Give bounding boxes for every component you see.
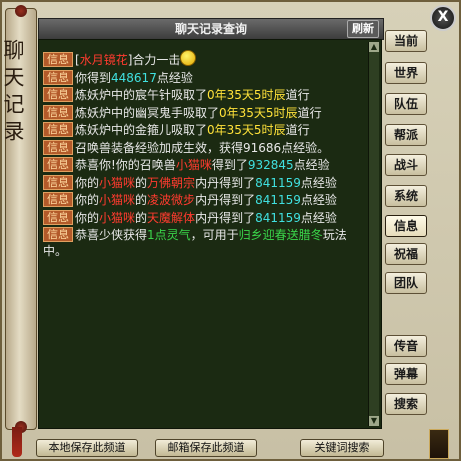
side-title-text: 聊天记录 bbox=[1, 39, 25, 147]
message-text: 0年35天5时辰 bbox=[207, 88, 286, 102]
message-item: 信息 你的小猫咪的凌波微步内丹得到了841159点经验 bbox=[43, 192, 369, 209]
tab-2[interactable]: 队伍 bbox=[385, 93, 427, 115]
message-text: 小猫咪 bbox=[99, 210, 136, 225]
refresh-button[interactable]: 刷新 bbox=[347, 20, 379, 38]
message-item: 信息 [水月镜花]合力一击 bbox=[43, 50, 369, 69]
message-item: 信息 炼妖炉中的宸午针吸取了0年35天5时辰道行 bbox=[43, 87, 369, 104]
message-text: 道行 bbox=[285, 123, 310, 137]
message-text: 932845 bbox=[247, 158, 294, 172]
tab-4[interactable]: 战斗 bbox=[385, 154, 427, 176]
message-text: ]合力一击 bbox=[127, 53, 181, 67]
tab-7[interactable]: 祝福 bbox=[385, 243, 427, 265]
message-item: 信息 你的小猫咪的万佛朝宗内丹得到了841159点经验 bbox=[43, 174, 369, 192]
tab-6[interactable]: 信息 bbox=[385, 215, 427, 237]
message-item: 信息 炼妖炉中的金箍儿吸取了0年35天5时辰道行 bbox=[43, 122, 369, 139]
message-text: 0年35天5时辰 bbox=[219, 105, 298, 120]
tab-9[interactable]: 传音 bbox=[385, 335, 427, 357]
close-button[interactable]: X bbox=[430, 5, 456, 31]
smile-icon bbox=[180, 50, 197, 66]
message-item: 信息 恭喜少侠获得1点灵气，可用于归乡迎春送腊冬玩法中。 bbox=[43, 227, 369, 259]
message-list: 信息 [水月镜花]合力一击 信息 你得到448617点经验 信息 炼妖炉中的宸午针吸取了0… bbox=[43, 50, 369, 422]
info-tag: 信息 bbox=[43, 209, 73, 225]
message-text: 内丹得到了 bbox=[195, 210, 256, 225]
tab-10[interactable]: 弹幕 bbox=[385, 363, 427, 385]
message-text: 点经验 bbox=[300, 193, 337, 207]
tab-11[interactable]: 搜索 bbox=[385, 393, 427, 415]
tab-0[interactable]: 当前 bbox=[385, 30, 427, 52]
message-text: 小猫咪 bbox=[175, 158, 212, 172]
message-text: 点经验 bbox=[293, 158, 330, 172]
info-tag: 信息 bbox=[43, 192, 73, 207]
message-text: 841159 bbox=[255, 175, 301, 190]
message-text: 内丹得到了 bbox=[195, 175, 256, 190]
message-text: 得到了 bbox=[211, 158, 248, 172]
message-text: 道行 bbox=[285, 88, 310, 102]
window-title: 聊天记录查询 bbox=[174, 22, 247, 36]
save-mail-button[interactable]: 邮箱保存此频道 bbox=[155, 439, 257, 457]
info-tag: 信息 bbox=[43, 157, 73, 172]
message-text: 水月镜花 bbox=[79, 53, 128, 67]
message-text: 万佛朝宗 bbox=[147, 175, 196, 190]
tab-1[interactable]: 世界 bbox=[385, 62, 427, 84]
message-item: 信息 炼妖炉中的幽冥鬼手吸取了0年35天5时辰道行 bbox=[43, 104, 369, 122]
tassel-decoration bbox=[12, 427, 22, 457]
scroll-down-icon[interactable]: ▼ bbox=[369, 416, 379, 426]
vertical-scrollbar[interactable]: ▲ ▼ bbox=[368, 42, 379, 426]
message-text: 炼妖炉中的幽冥鬼手吸取了 bbox=[75, 105, 220, 120]
side-scroll-title: 聊天记录 bbox=[1, 5, 37, 433]
info-tag: 信息 bbox=[43, 52, 73, 67]
message-text: 恭喜你!你的召唤兽 bbox=[75, 158, 176, 172]
message-item: 信息 你得到448617点经验 bbox=[43, 69, 369, 87]
title-bar: 聊天记录查询 刷新 bbox=[38, 18, 384, 40]
message-text: 0年35天5时辰 bbox=[207, 123, 286, 137]
tab-5[interactable]: 系统 bbox=[385, 185, 427, 207]
tab-8[interactable]: 团队 bbox=[385, 272, 427, 294]
scroll-up-icon[interactable]: ▲ bbox=[369, 42, 379, 52]
info-tag: 信息 bbox=[43, 139, 73, 155]
message-text: 炼妖炉中的宸午针吸取了 bbox=[75, 88, 208, 102]
seal-decoration bbox=[429, 429, 449, 459]
message-text: 归乡迎春送腊冬 bbox=[238, 228, 323, 242]
message-text: 天魔解体 bbox=[147, 210, 196, 225]
scroll-knob-top bbox=[15, 5, 27, 17]
message-text: 你得到 bbox=[75, 70, 112, 85]
message-text: 点经验 bbox=[300, 175, 337, 190]
message-text: 内丹得到了 bbox=[195, 193, 256, 207]
message-text: 点经验 bbox=[300, 210, 337, 225]
info-tag: 信息 bbox=[43, 174, 73, 190]
message-text: 1点灵气 bbox=[147, 228, 191, 242]
chat-history-window: 聊天记录 聊天记录查询 刷新 X 信息 [水月镜花]合力一击 信息 你得到448617… bbox=[0, 0, 461, 461]
chat-log-panel: 信息 [水月镜花]合力一击 信息 你得到448617点经验 信息 炼妖炉中的宸午针吸取了0… bbox=[38, 39, 382, 429]
info-tag: 信息 bbox=[43, 104, 73, 120]
keyword-search-button[interactable]: 关键词搜索 bbox=[300, 439, 384, 457]
message-text: 448617 bbox=[111, 70, 157, 85]
message-item: 信息 恭喜你!你的召唤兽小猫咪得到了932845点经验 bbox=[43, 157, 369, 174]
message-item: 信息 召唤兽装备经验加成生效，获得91686点经验。 bbox=[43, 139, 369, 157]
info-tag: 信息 bbox=[43, 122, 73, 137]
message-text: ，可用于 bbox=[190, 228, 239, 242]
message-text: 凌波微步 bbox=[147, 193, 196, 207]
info-tag: 信息 bbox=[43, 87, 73, 102]
save-local-button[interactable]: 本地保存此频道 bbox=[36, 439, 138, 457]
message-text: 召唤兽装备经验加成生效，获得91686点经验。 bbox=[75, 140, 330, 155]
message-text: 841159 bbox=[255, 210, 301, 225]
tab-3[interactable]: 帮派 bbox=[385, 124, 427, 146]
info-tag: 信息 bbox=[43, 69, 73, 85]
message-text: 的 bbox=[135, 210, 148, 225]
info-tag: 信息 bbox=[43, 227, 73, 242]
message-text: 炼妖炉中的金箍儿吸取了 bbox=[75, 123, 208, 137]
message-text: 小猫咪 bbox=[99, 193, 136, 207]
message-text: 小猫咪 bbox=[99, 175, 136, 190]
message-text: 你的 bbox=[75, 210, 100, 225]
message-text: 恭喜少侠获得 bbox=[75, 228, 148, 242]
message-text: 你的 bbox=[75, 175, 100, 190]
message-text: 的 bbox=[135, 193, 148, 207]
message-text: 道行 bbox=[297, 105, 322, 120]
message-text: 你的 bbox=[75, 193, 100, 207]
message-text: 841159 bbox=[255, 193, 301, 207]
message-item: 信息 你的小猫咪的天魔解体内丹得到了841159点经验 bbox=[43, 209, 369, 227]
message-text: 点经验 bbox=[156, 70, 193, 85]
message-text: 的 bbox=[135, 175, 148, 190]
